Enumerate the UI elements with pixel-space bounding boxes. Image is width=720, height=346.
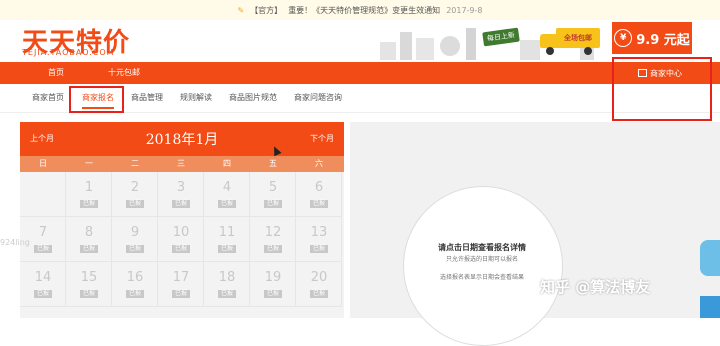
notice-link[interactable]: 重要！《天天特价管理规范》变更生效通知 xyxy=(288,5,440,16)
calendar-day-tag: 已报 xyxy=(34,245,52,253)
calendar-day-tag: 已报 xyxy=(80,290,98,298)
nav-item-ten-yuan[interactable]: 十元包邮 xyxy=(108,62,140,84)
calendar-day-cell[interactable]: 15 已报 xyxy=(66,262,112,307)
calendar-day-number: 14 xyxy=(34,270,52,285)
calendar-day-cell[interactable]: 2 已报 xyxy=(112,172,158,217)
calendar-day-number: 18 xyxy=(218,270,236,285)
calendar-day-number: 9 xyxy=(130,225,140,240)
calendar-day-tag: 已报 xyxy=(264,245,282,253)
next-month-button[interactable]: 下个月 xyxy=(310,133,334,144)
calendar-day-cell[interactable]: 19 已报 xyxy=(250,262,296,307)
calendar-day-tag: 已报 xyxy=(126,245,144,253)
weekday-label: 五 xyxy=(269,159,277,168)
calendar-day-cell[interactable]: 17 已报 xyxy=(158,262,204,307)
calendar-day-cell[interactable]: 11 已报 xyxy=(204,217,250,262)
calendar-day-cell[interactable]: 20 已报 xyxy=(296,262,342,307)
calendar-day-cell[interactable]: 8 已报 xyxy=(66,217,112,262)
calendar-day-cell[interactable]: 6 已报 xyxy=(296,172,342,217)
watermark-left: 924ling xyxy=(0,238,30,247)
calendar-day-tag: 已报 xyxy=(310,200,328,208)
calendar-day-tag: 已报 xyxy=(218,200,236,208)
weekday-label: 日 xyxy=(39,159,47,168)
calendar-day-number: 6 xyxy=(314,180,324,195)
tab-product-management[interactable]: 商品管理 xyxy=(131,92,163,103)
calendar-day-cell[interactable]: 13 已报 xyxy=(296,217,342,262)
weekday-label: 三 xyxy=(177,159,185,168)
calendar-day-number: 1 xyxy=(84,180,94,195)
calendar-day-tag: 已报 xyxy=(80,245,98,253)
calendar-header: 上个月 2018年1月 下个月 xyxy=(20,122,344,156)
calendar-day-cell[interactable]: 9 已报 xyxy=(112,217,158,262)
free-shipping-truck-icon: 全场包邮 xyxy=(538,26,602,58)
calendar-day-number: 13 xyxy=(310,225,328,240)
weekday-label: 二 xyxy=(131,159,139,168)
calendar-day-cell[interactable]: 4 已报 xyxy=(204,172,250,217)
panel-hint-secondary: 选择报名表显示日期会查看结果 xyxy=(439,274,524,281)
calendar-day-cell[interactable]: 16 已报 xyxy=(112,262,158,307)
notice-date: 2017-9-8 xyxy=(446,5,483,15)
calendar-day-tag: 已报 xyxy=(172,290,190,298)
calendar-day-number: 5 xyxy=(268,180,278,195)
calendar-day-tag: 已报 xyxy=(172,200,190,208)
calendar-day-number: 16 xyxy=(126,270,144,285)
calendar-day-cell[interactable]: 10 已报 xyxy=(158,217,204,262)
calendar-day-tag: 已报 xyxy=(172,245,190,253)
tab-merchant-questions[interactable]: 商家问题咨询 xyxy=(294,92,342,103)
notice-tag: 【官方】 xyxy=(250,5,283,15)
calendar-day-cell[interactable]: 14 已报 xyxy=(20,262,66,307)
info-bubble xyxy=(403,186,563,346)
calendar-day-cell[interactable]: 18 已报 xyxy=(204,262,250,307)
calendar-day-tag: 已报 xyxy=(126,200,144,208)
calendar-day-tag: 已报 xyxy=(264,290,282,298)
calendar-day-cell[interactable]: 1 已报 xyxy=(66,172,112,217)
calendar-day-number: 11 xyxy=(218,225,236,240)
calendar-day-tag: 已报 xyxy=(218,290,236,298)
calendar-day-number: 4 xyxy=(222,180,232,195)
truck-label: 全场包邮 xyxy=(556,28,600,48)
tab-image-spec[interactable]: 商品图片规范 xyxy=(229,92,277,103)
calendar-day-tag: 已报 xyxy=(126,290,144,298)
calendar-day-number: 8 xyxy=(84,225,94,240)
highlight-signup-tab xyxy=(69,86,124,113)
weekday-label: 一 xyxy=(85,159,93,168)
price-badge[interactable]: ¥ 9.9 元起 xyxy=(612,22,692,54)
tab-rules[interactable]: 规则解读 xyxy=(180,92,212,103)
yuan-icon: ¥ xyxy=(614,29,633,47)
site-logo-subtitle: TEJIA.TAOBAO.COM xyxy=(22,48,115,57)
calendar-empty-cell xyxy=(20,172,66,217)
panel-title: 请点击日期查看报名详情 xyxy=(438,243,526,252)
calendar-day-tag: 已报 xyxy=(80,200,98,208)
tab-merchant-home[interactable]: 商家首页 xyxy=(32,92,64,103)
panel-hint: 只允许报选的日期可以报名 xyxy=(445,256,518,263)
highlight-merchant-center xyxy=(612,57,712,121)
calendar-day-cell[interactable]: 12 已报 xyxy=(250,217,296,262)
calendar-day-number: 3 xyxy=(176,180,186,195)
calendar-day-number: 19 xyxy=(264,270,282,285)
nav-item-home[interactable]: 首页 xyxy=(48,62,64,84)
top-notice-bar: ✎ 【官方】 重要！《天天特价管理规范》变更生效通知 2017-9-8 xyxy=(0,0,720,20)
side-float-button[interactable] xyxy=(700,296,720,318)
calendar-day-tag: 已报 xyxy=(218,245,236,253)
calendar-day-tag: 已报 xyxy=(264,200,282,208)
calendar-day-number: 10 xyxy=(172,225,190,240)
weekday-row: 日 一 二 三 四 五 六 xyxy=(20,156,344,172)
weekday-label: 四 xyxy=(223,159,231,168)
calendar-day-tag: 已报 xyxy=(310,245,328,253)
price-badge-text: 9.9 元起 xyxy=(636,32,690,48)
notice-icon: ✎ xyxy=(237,5,245,15)
calendar-day-number: 12 xyxy=(264,225,282,240)
calendar-day-cell[interactable]: 5 已报 xyxy=(250,172,296,217)
calendar-day-number: 17 xyxy=(172,270,190,285)
calendar-day-number: 20 xyxy=(310,270,328,285)
calendar-day-number: 15 xyxy=(80,270,98,285)
zhihu-watermark: 知乎 @算法博友 xyxy=(540,278,651,296)
calendar-day-number: 2 xyxy=(130,180,140,195)
calendar-day-tag: 已报 xyxy=(310,290,328,298)
weekday-label: 六 xyxy=(315,159,323,168)
calendar-day-tag: 已报 xyxy=(34,290,52,298)
calendar-day-cell[interactable]: 3 已报 xyxy=(158,172,204,217)
calendar-title: 2018年1月 xyxy=(145,132,219,148)
assistant-robot-icon[interactable] xyxy=(700,240,720,276)
